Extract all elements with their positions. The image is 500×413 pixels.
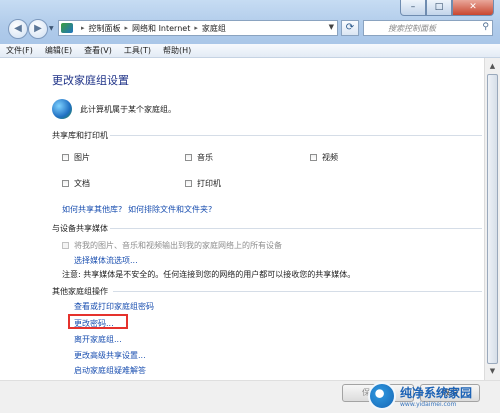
menu-tools[interactable]: 工具(T) (124, 45, 151, 56)
main-content: 更改家庭组设置 此计算机属于某个家庭组。 共享库和打印机 图片 音乐 视频 文档… (0, 58, 484, 380)
checkbox-label: 打印机 (197, 179, 221, 188)
menu-edit[interactable]: 编辑(E) (45, 45, 72, 56)
checkbox-label: 将我的图片、音乐和视频输出到我的家庭网络上的所有设备 (74, 241, 282, 250)
forward-button[interactable]: ▶ (28, 19, 48, 39)
menu-help[interactable]: 帮助(H) (163, 45, 191, 56)
arrow-left-icon: ◀ (14, 23, 22, 34)
section-divider (110, 135, 482, 136)
chevron-right-icon: ▸ (194, 24, 198, 32)
checkbox-printers[interactable]: 打印机 (185, 178, 221, 189)
checkbox-box[interactable] (62, 154, 69, 161)
checkbox-label: 图片 (74, 153, 90, 162)
page-title: 更改家庭组设置 (52, 74, 129, 87)
checkbox-box[interactable] (62, 242, 69, 249)
link-leave-homegroup[interactable]: 离开家庭组... (74, 334, 122, 345)
title-bar: – □ ✕ ◀ ▶ ▼ ▸ 控制面板 ▸ 网络和 Internet ▸ 家庭组 (0, 0, 500, 44)
watermark-text: 纯净系统家园 www.yidaimei.com (400, 384, 472, 408)
link-share-other-libraries[interactable]: 如何共享其他库? (62, 204, 122, 215)
search-input[interactable]: 搜索控制面板 ⚲ (363, 20, 493, 36)
vertical-scrollbar[interactable]: ▲ ▼ (484, 58, 500, 380)
watermark-logo-icon (368, 381, 396, 410)
checkbox-music[interactable]: 音乐 (185, 152, 213, 163)
checkbox-label: 音乐 (197, 153, 213, 162)
scroll-down-icon[interactable]: ▼ (486, 364, 499, 378)
address-bar[interactable]: ▸ 控制面板 ▸ 网络和 Internet ▸ 家庭组 ▼ (58, 20, 338, 36)
address-dropdown-icon[interactable]: ▼ (329, 23, 334, 31)
watermark-url: www.yidaimei.com (400, 400, 457, 408)
scroll-up-icon[interactable]: ▲ (486, 59, 499, 73)
refresh-icon: ⟳ (345, 22, 355, 33)
link-advanced-sharing[interactable]: 更改高级共享设置... (74, 350, 146, 361)
minimize-button[interactable]: – (400, 0, 426, 16)
checkbox-label: 文档 (74, 179, 90, 188)
media-security-note: 注意: 共享媒体是不安全的。任何连接到您的网络的用户都可以接收您的共享媒体。 (62, 270, 356, 279)
back-button[interactable]: ◀ (8, 19, 28, 39)
checkbox-box[interactable] (62, 180, 69, 187)
site-watermark: 纯净系统家园 www.yidaimei.com (368, 378, 500, 413)
media-heading: 与设备共享媒体 (52, 224, 108, 233)
arrow-right-icon: ▶ (34, 23, 42, 34)
other-actions-heading: 其他家庭组操作 (52, 287, 108, 296)
checkbox-box[interactable] (185, 154, 192, 161)
checkbox-videos[interactable]: 视频 (310, 152, 338, 163)
checkbox-stream-media[interactable]: 将我的图片、音乐和视频输出到我的家庭网络上的所有设备 (62, 240, 282, 251)
control-panel-icon (61, 23, 73, 33)
section-divider (110, 228, 482, 229)
breadcrumb-network-internet[interactable]: 网络和 Internet (132, 23, 190, 34)
homegroup-icon (52, 99, 72, 119)
search-placeholder: 搜索控制面板 (388, 24, 436, 33)
chevron-right-icon: ▸ (124, 24, 129, 32)
refresh-button[interactable]: ⟳ (341, 20, 359, 36)
recent-pages-button[interactable]: ▼ (49, 25, 54, 32)
link-choose-media-options[interactable]: 选择媒体流选项... (74, 255, 138, 266)
checkbox-documents[interactable]: 文档 (62, 178, 90, 189)
link-homegroup-troubleshooter[interactable]: 启动家庭组疑难解答 (74, 365, 146, 376)
annotation-highlight-box (68, 314, 128, 329)
checkbox-box[interactable] (185, 180, 192, 187)
chevron-down-icon: ▼ (49, 25, 54, 32)
menu-bar: 文件(F) 编辑(E) 查看(V) 工具(T) 帮助(H) (0, 44, 500, 58)
breadcrumb-control-panel[interactable]: 控制面板 (89, 23, 121, 34)
membership-text: 此计算机属于某个家庭组。 (80, 104, 176, 114)
search-icon: ⚲ (482, 22, 489, 32)
close-button[interactable]: ✕ (452, 0, 494, 16)
maximize-button[interactable]: □ (426, 0, 452, 16)
control-panel-window: – □ ✕ ◀ ▶ ▼ ▸ 控制面板 ▸ 网络和 Internet ▸ 家庭组 (0, 0, 500, 413)
section-divider (113, 291, 482, 292)
breadcrumb-homegroup[interactable]: 家庭组 (202, 23, 226, 34)
checkbox-pictures[interactable]: 图片 (62, 152, 90, 163)
membership-status: 此计算机属于某个家庭组。 (52, 99, 176, 119)
watermark-title: 纯净系统家园 (400, 385, 473, 400)
checkbox-box[interactable] (310, 154, 317, 161)
window-controls: – □ ✕ (400, 0, 494, 16)
navigation-row: ◀ ▶ ▼ ▸ 控制面板 ▸ 网络和 Internet ▸ 家庭组 ▼ ⟳ 搜索… (5, 18, 495, 39)
scroll-thumb[interactable] (487, 74, 498, 364)
link-view-print-password[interactable]: 查看或打印家庭组密码 (74, 301, 154, 312)
chevron-right-icon: ▸ (81, 24, 85, 32)
libraries-heading: 共享库和打印机 (52, 131, 108, 140)
link-exclude-files[interactable]: 如何排除文件和文件夹? (128, 204, 212, 215)
menu-view[interactable]: 查看(V) (84, 45, 112, 56)
menu-file[interactable]: 文件(F) (6, 45, 33, 56)
checkbox-label: 视频 (322, 153, 338, 162)
